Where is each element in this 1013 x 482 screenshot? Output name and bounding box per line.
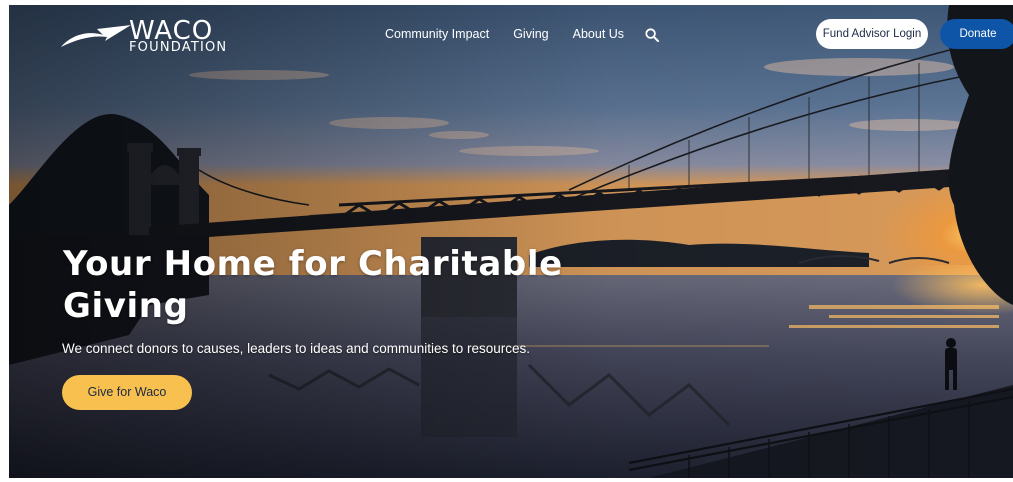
search-icon[interactable] bbox=[645, 28, 659, 42]
donate-button[interactable]: Donate bbox=[940, 19, 1013, 49]
brand-logo[interactable]: WACO FOUNDATION bbox=[61, 17, 231, 57]
nav-item-giving[interactable]: Giving bbox=[513, 27, 548, 41]
nav-item-community-impact[interactable]: Community Impact bbox=[385, 27, 489, 41]
hero-tagline: We connect donors to causes, leaders to … bbox=[62, 341, 530, 356]
nav-item-about-us[interactable]: About Us bbox=[573, 27, 624, 41]
brand-subtitle: FOUNDATION bbox=[129, 40, 228, 55]
give-for-waco-button[interactable]: Give for Waco bbox=[62, 375, 192, 410]
page: WACO FOUNDATION Community Impact Giving … bbox=[9, 5, 1013, 478]
hero-headline: Your Home for Charitable Giving bbox=[63, 244, 563, 326]
fund-advisor-login-button[interactable]: Fund Advisor Login bbox=[816, 19, 928, 49]
swoosh-logo-icon bbox=[61, 25, 131, 47]
main-nav: Community Impact Giving About Us bbox=[385, 27, 648, 41]
